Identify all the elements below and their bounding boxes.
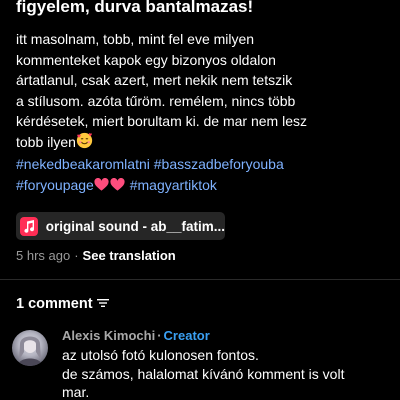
caption-line: kérdésetek, miert borultam ki. de mar ne… bbox=[16, 113, 307, 129]
heart-icon bbox=[110, 177, 125, 191]
divider bbox=[0, 279, 400, 280]
creator-badge: Creator bbox=[163, 328, 210, 343]
author-separator: · bbox=[157, 328, 162, 343]
caption-line: itt masolnam, tobb, mint fel eve milyen bbox=[16, 31, 255, 47]
comment-line: az utolsó fotó kulonosen fontos. bbox=[62, 347, 259, 363]
post-title: figyelem, durva bantalmazas! bbox=[16, 0, 254, 16]
hashtags-row: #nekedbeakaromlatni #basszadbeforyouba bbox=[16, 154, 388, 175]
original-sound-chip[interactable]: original sound - ab__fatim... bbox=[16, 212, 225, 240]
sort-icon[interactable] bbox=[96, 296, 109, 312]
comment-author-row: Alexis Kimochi · Creator bbox=[62, 328, 210, 343]
hashtag-link[interactable]: #nekedbeakaromlatni #basszadbeforyouba bbox=[16, 156, 284, 172]
comment-text: az utolsó fotó kulonosen fontos. de szám… bbox=[62, 346, 392, 400]
caption-line: a stílusom. azóta tűröm. remélem, nincs … bbox=[16, 92, 296, 109]
caption-line: kommenteket kapok egy bizonyos oldalon bbox=[16, 51, 276, 68]
comment-line: de számos, halalomat kívánó komment is v… bbox=[62, 365, 345, 382]
hashtag-magyartiktok[interactable]: #magyartiktok bbox=[130, 177, 217, 193]
post-caption: itt masolnam, tobb, mint fel eve milyen … bbox=[16, 29, 388, 195]
post-meta: 5 hrs ago · See translation bbox=[16, 248, 176, 264]
heart-icon bbox=[94, 177, 109, 191]
meta-separator: · bbox=[74, 248, 79, 263]
post-timestamp: 5 hrs ago bbox=[16, 248, 71, 263]
see-translation-button[interactable]: See translation bbox=[83, 248, 176, 263]
smiling-face-with-hearts-icon bbox=[76, 132, 93, 155]
hashtags-row: #foryoupage #magyartiktok bbox=[16, 175, 388, 196]
comments-count: 1 comment bbox=[16, 296, 93, 312]
sound-label: original sound - ab__fatim... bbox=[45, 218, 225, 234]
comment-author-name[interactable]: Alexis Kimochi bbox=[62, 328, 155, 343]
caption-line: ártatlanul, csak azert, mert nekik nem t… bbox=[16, 72, 293, 88]
caption-line-last: tobb ilyen bbox=[16, 132, 388, 155]
music-note-icon bbox=[20, 216, 38, 236]
comment-line: mar. bbox=[62, 384, 90, 400]
caption-line: tobb ilyen bbox=[16, 133, 76, 150]
avatar[interactable] bbox=[12, 330, 48, 366]
comments-header: 1 comment bbox=[16, 296, 109, 312]
hashtag-foryoupage[interactable]: #foryoupage bbox=[16, 177, 94, 193]
